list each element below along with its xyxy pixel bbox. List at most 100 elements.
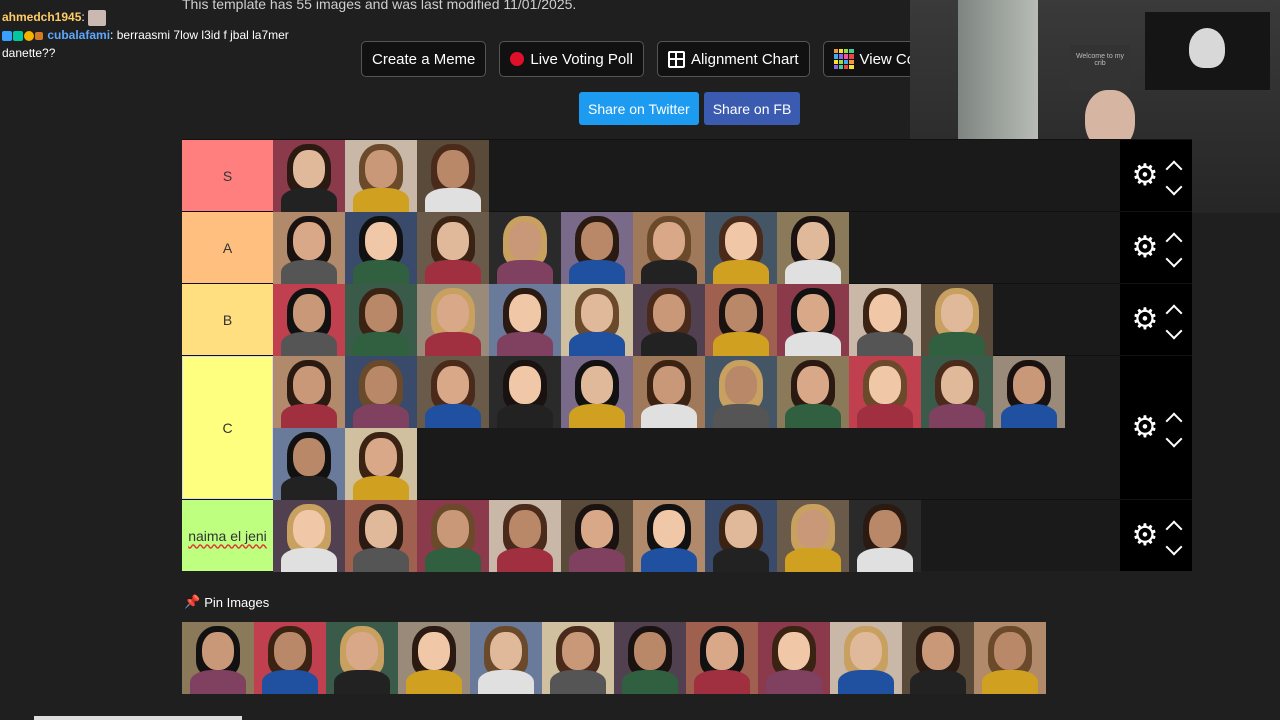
tier-image[interactable] — [849, 500, 921, 572]
tier-row: A ⚙ — [182, 211, 1192, 284]
gear-icon[interactable]: ⚙ — [1132, 304, 1159, 335]
tier-image[interactable] — [489, 212, 561, 284]
tier-image[interactable] — [777, 212, 849, 284]
gear-icon[interactable]: ⚙ — [1132, 160, 1159, 191]
chevron-down-icon[interactable] — [1165, 250, 1183, 267]
tier-image[interactable] — [273, 212, 345, 284]
chat-username[interactable]: cubalafami — [47, 28, 110, 42]
tier-image[interactable] — [633, 356, 705, 428]
tier-image[interactable] — [849, 356, 921, 428]
tier-controls: ⚙ — [1120, 140, 1192, 211]
tier-image[interactable] — [993, 356, 1065, 428]
tier-image[interactable] — [705, 212, 777, 284]
chevron-up-icon[interactable] — [1165, 160, 1183, 177]
tier-items[interactable] — [273, 212, 1120, 284]
pin-image[interactable] — [902, 622, 974, 694]
tier-items[interactable] — [273, 284, 1120, 356]
gear-icon[interactable]: ⚙ — [1132, 232, 1159, 263]
scrollbar[interactable] — [34, 716, 242, 720]
tier-image[interactable] — [345, 356, 417, 428]
chat-text: berraasmi 7low l3id f jbal la7mer danett… — [2, 28, 289, 60]
tier-image[interactable] — [561, 356, 633, 428]
tier-label[interactable]: C — [182, 356, 273, 499]
tier-image[interactable] — [273, 500, 345, 572]
tier-image[interactable] — [705, 356, 777, 428]
gear-icon[interactable]: ⚙ — [1132, 412, 1159, 443]
chevron-down-icon[interactable] — [1165, 178, 1183, 195]
tier-image[interactable] — [489, 284, 561, 356]
tier-image[interactable] — [273, 140, 345, 212]
tier-image[interactable] — [417, 500, 489, 572]
tier-image[interactable] — [273, 284, 345, 356]
tier-image[interactable] — [345, 284, 417, 356]
tier-label[interactable]: B — [182, 284, 273, 355]
tier-label-text: naima el jeni — [188, 527, 267, 544]
create-meme-button[interactable]: Create a Meme — [361, 41, 487, 77]
tier-label-text: C — [222, 419, 233, 436]
tier-image[interactable] — [417, 356, 489, 428]
tier-image[interactable] — [417, 212, 489, 284]
tier-image[interactable] — [345, 140, 417, 212]
chevron-down-icon[interactable] — [1165, 538, 1183, 555]
chevron-up-icon[interactable] — [1165, 520, 1183, 537]
chevron-up-icon[interactable] — [1165, 232, 1183, 249]
pin-image[interactable] — [182, 622, 254, 694]
tier-image[interactable] — [777, 500, 849, 572]
pin-image[interactable] — [398, 622, 470, 694]
button-label: Live Voting Poll — [530, 50, 633, 68]
tier-image[interactable] — [633, 212, 705, 284]
tier-image[interactable] — [633, 284, 705, 356]
pin-image[interactable] — [830, 622, 902, 694]
tier-image[interactable] — [489, 500, 561, 572]
tier-image[interactable] — [561, 284, 633, 356]
pin-image[interactable] — [326, 622, 398, 694]
webcam-poster: Welcome to my crib — [1070, 45, 1130, 90]
tier-image[interactable] — [273, 428, 345, 500]
tier-image[interactable] — [777, 284, 849, 356]
tier-label[interactable]: S — [182, 140, 273, 211]
tier-label[interactable]: naima el jeni — [182, 500, 273, 571]
pin-image[interactable] — [470, 622, 542, 694]
tier-image[interactable] — [921, 356, 993, 428]
chevron-up-icon[interactable] — [1165, 412, 1183, 429]
tier-image[interactable] — [561, 500, 633, 572]
chevron-up-icon[interactable] — [1165, 304, 1183, 321]
tier-items[interactable] — [273, 500, 1120, 572]
pin-images-tray — [182, 622, 1046, 694]
tier-image[interactable] — [777, 356, 849, 428]
share-twitter-button[interactable]: Share on Twitter — [579, 92, 699, 125]
tier-image[interactable] — [345, 212, 417, 284]
skull-icon — [1189, 28, 1225, 68]
tier-image[interactable] — [633, 500, 705, 572]
share-fb-button[interactable]: Share on FB — [703, 92, 801, 125]
pin-image[interactable] — [542, 622, 614, 694]
chat-username[interactable]: ahmedch1945 — [2, 10, 81, 24]
alignment-chart-button[interactable]: Alignment Chart — [656, 41, 810, 77]
tier-image[interactable] — [345, 500, 417, 572]
chevron-down-icon[interactable] — [1165, 430, 1183, 447]
tier-image[interactable] — [849, 284, 921, 356]
tier-image[interactable] — [705, 500, 777, 572]
tier-image[interactable] — [489, 356, 561, 428]
pin-image[interactable] — [614, 622, 686, 694]
button-label: Create a Meme — [372, 50, 476, 68]
tier-image[interactable] — [705, 284, 777, 356]
action-buttons: Create a Meme Live Voting Poll Alignment… — [361, 41, 927, 77]
pin-image[interactable] — [254, 622, 326, 694]
tier-image[interactable] — [417, 284, 489, 356]
tier-items[interactable] — [273, 356, 1120, 500]
tier-image[interactable] — [345, 428, 417, 500]
tier-image[interactable] — [561, 212, 633, 284]
tier-controls: ⚙ — [1120, 500, 1192, 571]
tier-image[interactable] — [921, 284, 993, 356]
gear-icon[interactable]: ⚙ — [1132, 520, 1159, 551]
pin-image[interactable] — [758, 622, 830, 694]
live-voting-poll-button[interactable]: Live Voting Poll — [499, 41, 644, 77]
tier-image[interactable] — [417, 140, 489, 212]
tier-items[interactable] — [273, 140, 1120, 212]
tier-image[interactable] — [273, 356, 345, 428]
chevron-down-icon[interactable] — [1165, 322, 1183, 339]
tier-label[interactable]: A — [182, 212, 273, 283]
pin-image[interactable] — [686, 622, 758, 694]
pin-image[interactable] — [974, 622, 1046, 694]
